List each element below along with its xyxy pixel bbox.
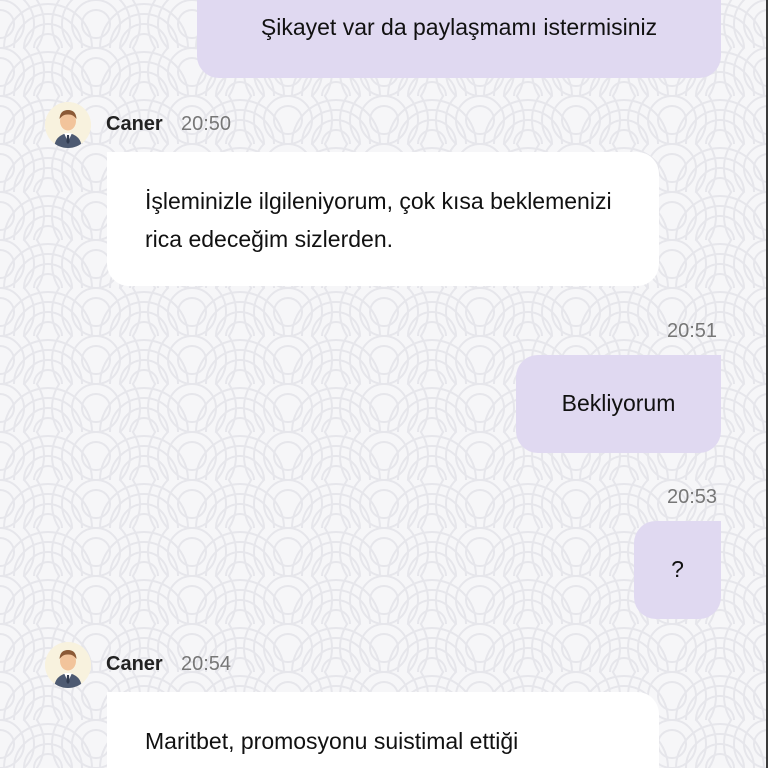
- incoming-message-bubble[interactable]: İşleminizle ilgileniyorum, çok kısa bekl…: [107, 152, 659, 286]
- outgoing-message-bubble[interactable]: Bekliyorum: [516, 355, 721, 453]
- message-text: ?: [671, 556, 684, 582]
- message-text: İşleminizle ilgileniyorum, çok kısa bekl…: [145, 188, 612, 252]
- message-text: Bekliyorum: [561, 390, 676, 416]
- message-timestamp: 20:54: [181, 653, 232, 675]
- message-timestamp: 20:50: [181, 113, 232, 135]
- sender-name: Caner: [106, 653, 163, 675]
- message-timestamp: 20:51: [667, 320, 718, 342]
- incoming-message-bubble[interactable]: Maritbet, promosyonu suistimal ettiği: [107, 692, 659, 768]
- outgoing-message-bubble[interactable]: Şikayet var da paylaşmamı istermisiniz: [197, 0, 721, 78]
- outgoing-message-bubble[interactable]: ?: [634, 521, 721, 619]
- message-text: Şikayet var da paylaşmamı istermisiniz: [260, 14, 658, 40]
- message-timestamp: 20:53: [667, 486, 718, 508]
- sender-name: Caner: [106, 113, 163, 135]
- message-text: Maritbet, promosyonu suistimal ettiği: [145, 728, 519, 754]
- agent-avatar-icon: [45, 642, 91, 688]
- agent-avatar-icon: [45, 102, 91, 148]
